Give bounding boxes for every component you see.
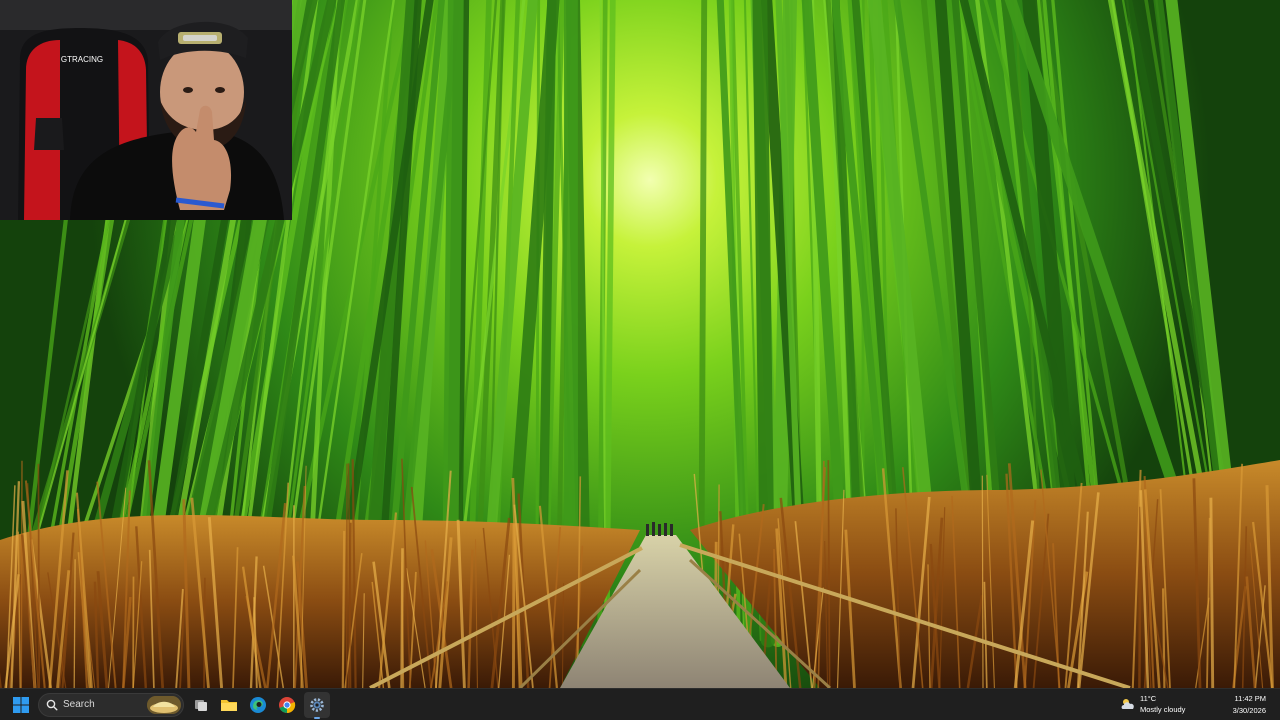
taskbar-search-box[interactable]: Search bbox=[38, 693, 184, 717]
edge-icon bbox=[250, 697, 266, 713]
folder-icon bbox=[221, 700, 237, 711]
weather-widget[interactable]: 11°C Mostly cloudy bbox=[1116, 693, 1200, 717]
chrome-browser-button[interactable] bbox=[274, 692, 300, 718]
webcam-overlay: GTRACING bbox=[0, 0, 292, 220]
taskbar: Search 11°C Mostly cloudy 11:42 PM 3/30/… bbox=[0, 688, 1280, 720]
windows-logo-icon bbox=[13, 697, 29, 713]
search-highlight-icon[interactable] bbox=[147, 696, 181, 714]
task-view-icon bbox=[195, 700, 207, 711]
start-button[interactable] bbox=[8, 692, 34, 718]
svg-text:GTRACING: GTRACING bbox=[61, 55, 103, 64]
gear-icon bbox=[310, 698, 324, 712]
file-explorer-button[interactable] bbox=[216, 692, 242, 718]
clock-date: 3/30/2026 bbox=[1232, 706, 1266, 715]
task-view-button[interactable] bbox=[188, 692, 214, 718]
desktop: GTRACING bbox=[0, 0, 1280, 688]
settings-button[interactable] bbox=[304, 692, 330, 719]
weather-condition: Mostly cloudy bbox=[1140, 705, 1186, 714]
clock-time: 11:42 PM bbox=[1234, 694, 1266, 703]
system-clock[interactable]: 11:42 PM 3/30/2026 bbox=[1206, 693, 1266, 717]
chrome-icon bbox=[279, 697, 296, 714]
cloud-icon bbox=[1121, 699, 1134, 709]
search-label: Search bbox=[63, 699, 95, 710]
weather-temperature: 11°C bbox=[1140, 694, 1157, 703]
search-icon bbox=[46, 699, 58, 711]
edge-browser-button[interactable] bbox=[245, 692, 271, 718]
